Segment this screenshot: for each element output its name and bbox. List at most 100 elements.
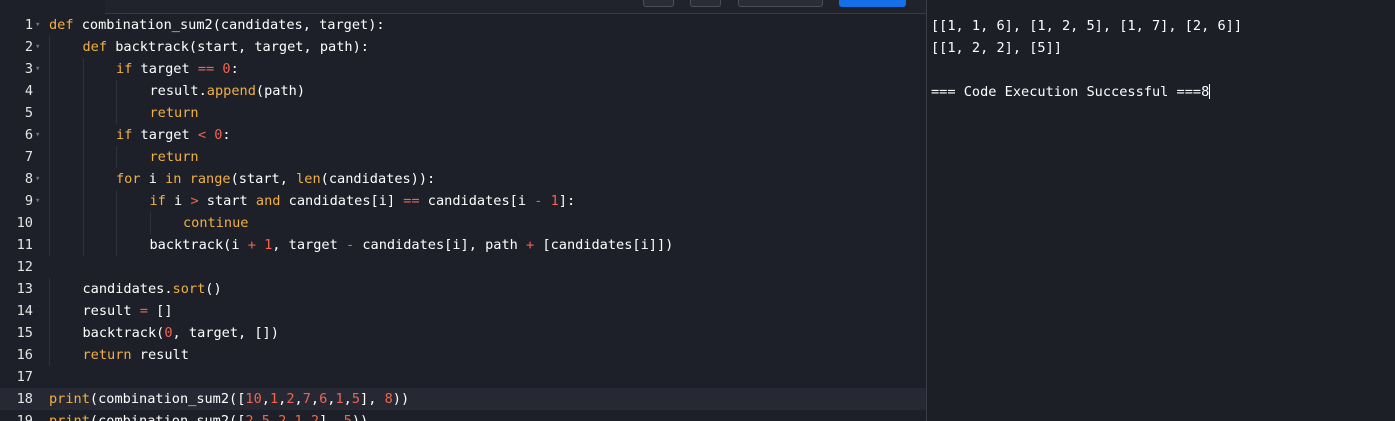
code-token: i — [140, 171, 166, 187]
code-line[interactable]: 9 ▾ if i > start and candidates[i] == cand… — [0, 190, 926, 212]
code-token: if — [149, 193, 166, 209]
code-line[interactable]: 17 — [0, 366, 926, 388]
code-line[interactable]: 14 result = [] — [0, 300, 926, 322]
code-text: backtrack(0, target, []) — [83, 322, 279, 344]
fold-arrow-icon[interactable]: ▾ — [35, 36, 40, 58]
code-token: == — [403, 193, 420, 209]
fold-arrow-icon[interactable]: ▾ — [35, 124, 40, 146]
line-number: 16 — [16, 347, 33, 363]
fold-arrow-icon[interactable]: ▾ — [35, 168, 40, 190]
code-line[interactable]: 12 — [0, 256, 926, 278]
indent-guide — [49, 124, 50, 146]
code-token: candidates[i — [419, 193, 535, 209]
output-line: [[1, 2, 2], [5]] — [931, 37, 1062, 59]
output-line: === Code Execution Successful ===8 — [931, 81, 1211, 103]
code-token: len — [296, 171, 321, 187]
indent-guide — [49, 278, 50, 300]
code-token: combination_sum2(candidates, target): — [73, 17, 385, 33]
indent-guide — [49, 146, 50, 168]
code-token: , — [269, 413, 279, 421]
code-token: candidates[i] — [280, 193, 404, 209]
line-number: 6 — [24, 127, 33, 143]
code-token: target — [132, 61, 198, 77]
line-number: 18 — [16, 391, 33, 407]
line-number: 14 — [16, 303, 33, 319]
code-token: 1 — [294, 413, 303, 421]
code-token: range — [189, 171, 231, 187]
output-text: === Code Execution Successful ===8 — [931, 84, 1210, 100]
code-token: + — [247, 237, 256, 253]
output-line: [[1, 1, 6], [1, 2, 5], [1, 7], [2, 6]] — [931, 15, 1242, 37]
indent-guide — [82, 146, 84, 168]
code-line[interactable]: 3 ▾ if target == 0: — [0, 58, 926, 80]
code-line[interactable]: 19 print(combination_sum2([2,5,2,1,2], 5)… — [0, 410, 926, 421]
toolbar-button[interactable] — [643, 0, 674, 7]
code-text: return result — [83, 344, 189, 366]
code-token: () — [205, 281, 222, 297]
code-line[interactable]: 6 ▾ if target < 0: — [0, 124, 926, 146]
line-number: 3 — [24, 61, 33, 77]
code-token: result — [131, 347, 189, 363]
code-editor[interactable]: 1 ▾ def combination_sum2(candidates, targe… — [0, 14, 926, 421]
code-line[interactable]: 18 print(combination_sum2([10,1,2,7,6,1,5… — [0, 388, 926, 410]
line-number: 5 — [24, 105, 33, 121]
code-text: candidates.sort() — [83, 278, 222, 300]
line-number: 2 — [24, 39, 33, 55]
code-line[interactable]: 11 backtrack(i + 1, target - candidates[i… — [0, 234, 926, 256]
code-line[interactable]: 13 candidates.sort() — [0, 278, 926, 300]
fold-arrow-icon[interactable]: ▾ — [35, 58, 40, 80]
code-token: return — [82, 347, 132, 363]
code-token: , target — [272, 237, 346, 253]
line-number: 19 — [16, 413, 33, 421]
code-line[interactable]: 1 ▾ def combination_sum2(candidates, targe… — [0, 14, 926, 36]
code-text: backtrack(i + 1, target - candidates[i],… — [150, 234, 674, 256]
code-line[interactable]: 16 return result — [0, 344, 926, 366]
indent-guide — [82, 102, 84, 124]
fold-arrow-icon[interactable]: ▾ — [35, 190, 40, 212]
code-text: if target < 0: — [116, 124, 231, 146]
code-token: sort — [172, 281, 206, 297]
code-token: append — [206, 83, 256, 99]
indent-guide — [49, 190, 50, 212]
code-line[interactable]: 2 ▾ def backtrack(start, target, path): — [0, 36, 926, 58]
code-line[interactable]: 7 return — [0, 146, 926, 168]
text-cursor — [1209, 84, 1211, 99]
code-token: start — [198, 193, 256, 209]
code-text: print(combination_sum2([10,1,2,7,6,1,5],… — [49, 388, 409, 410]
run-button[interactable] — [839, 0, 906, 7]
code-token: backtrack(i — [149, 237, 248, 253]
line-number: 9 — [24, 193, 33, 209]
code-token: 5 — [261, 413, 270, 421]
code-line[interactable]: 15 backtrack(0, target, []) — [0, 322, 926, 344]
code-token: (combination_sum2([ — [89, 413, 246, 421]
code-token: for — [116, 171, 141, 187]
code-token: 7 — [302, 391, 311, 407]
code-token: 1 — [550, 193, 559, 209]
indent-guide — [116, 102, 117, 124]
code-token: 2 — [310, 413, 320, 421]
line-number: 7 — [24, 149, 33, 165]
code-line[interactable]: 8 ▾ for i in range(start, len(candidates))… — [0, 168, 926, 190]
code-token: and — [255, 193, 281, 209]
line-number: 12 — [16, 259, 33, 275]
code-line[interactable]: 10 continue — [0, 212, 926, 234]
code-line[interactable]: 4 result.append(path) — [0, 80, 926, 102]
line-number: 8 — [24, 171, 33, 187]
code-text: result = [] — [83, 300, 173, 322]
toolbar-button[interactable] — [738, 0, 823, 7]
code-token: return — [149, 105, 199, 121]
toolbar-button[interactable] — [690, 0, 721, 7]
code-token: print — [49, 413, 90, 421]
code-line[interactable]: 5 return — [0, 102, 926, 124]
code-token: 1 — [335, 391, 344, 407]
code-text: if i > start and candidates[i] == candid… — [150, 190, 576, 212]
code-token: , — [294, 391, 303, 407]
fold-arrow-icon[interactable]: ▾ — [35, 14, 40, 36]
code-token: 5 — [351, 391, 361, 407]
code-token: in — [165, 171, 182, 187]
code-token: print — [49, 391, 90, 407]
output-text: [[1, 2, 2], [5]] — [931, 40, 1062, 56]
line-number: 4 — [24, 83, 33, 99]
